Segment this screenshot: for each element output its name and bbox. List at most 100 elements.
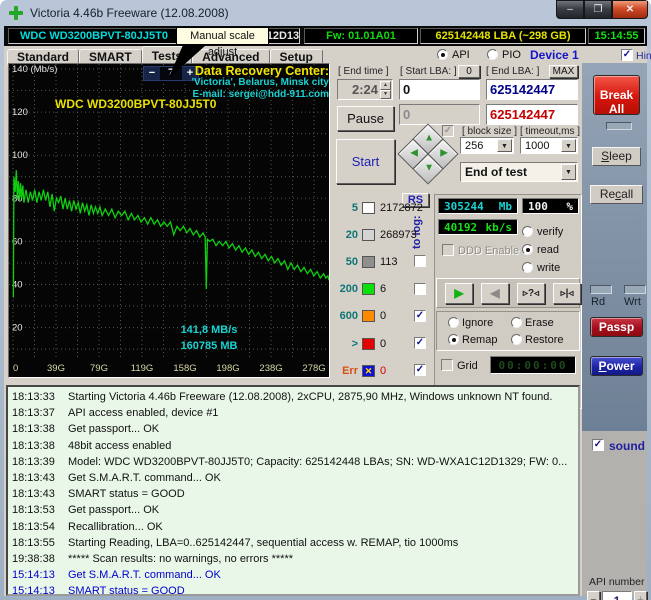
end-time-spinner[interactable]: 2:24 ▲ ▼ [337, 79, 393, 100]
log-line: 18:13:53 Get passport... OK [12, 504, 160, 517]
clock-panel: 15:14:55 [588, 28, 645, 44]
log-line: 18:13:37 API access enabled, device #1 [12, 407, 219, 420]
verify-label: verify [537, 226, 564, 238]
end-lba-input[interactable]: 625142447 [486, 79, 578, 100]
start-lba-input[interactable]: 0 [399, 79, 480, 100]
pause-button[interactable]: Pause [337, 106, 394, 131]
passp-button[interactable]: Passp [590, 317, 643, 337]
start-button[interactable]: Start [336, 139, 395, 184]
stat-row-20: 20 268973 [345, 228, 417, 241]
stat-color-box [362, 228, 375, 241]
sidebar: Break All Sleep Recall Rd Wrt Passp Powe… [582, 63, 647, 431]
chevron-down-icon[interactable]: ▼ [497, 139, 512, 152]
pio-radio[interactable] [487, 49, 498, 60]
stat-color-box [362, 310, 375, 323]
readout-speed: 141,8 MB/s [180, 324, 238, 336]
ddd-enable-label: DDD Enable [458, 245, 520, 257]
lcd-timer: 00:00:00 [490, 356, 576, 374]
block-size-label: [ block size ] [462, 126, 518, 137]
remap-label: Remap [462, 334, 498, 346]
verify-radio[interactable] [522, 226, 533, 237]
svg-text:278G: 278G [302, 363, 325, 374]
seek-end-button[interactable]: ▹|◃ [553, 283, 581, 304]
victoria-window: Victoria 4.46b Freeware (12.08.2008) – ❐… [0, 0, 651, 600]
dpad-checkbox[interactable]: ✓ [442, 125, 454, 137]
seek-retry-button[interactable]: ▹?◃ [517, 283, 545, 304]
end-time-spin-buttons[interactable]: ▲ ▼ [380, 81, 391, 99]
ignore-radio[interactable] [448, 317, 459, 328]
lcd-speed: 40192 kb/s [438, 219, 518, 235]
log-line: 18:13:33 Starting Victoria 4.46b Freeware… [12, 391, 553, 403]
svg-text:238G: 238G [259, 363, 282, 374]
api-number-minus-button[interactable]: − [587, 591, 600, 600]
to-log-checkbox-50[interactable] [414, 255, 426, 268]
to-log-checkbox-err[interactable]: ✓ [414, 364, 426, 377]
stat-color-box [362, 201, 375, 214]
device-label: Device 1 [530, 48, 579, 62]
player-controls: ▶ ◀ ▹?◃ ▹|◃ [436, 278, 581, 308]
api-number-label: API number [589, 576, 645, 588]
sleep-button[interactable]: Sleep [592, 147, 641, 166]
api-radio[interactable] [437, 49, 448, 60]
chevron-down-icon[interactable]: ▼ [561, 164, 576, 180]
start-lba-label: [ Start LBA: ] [400, 66, 457, 77]
svg-text:39G: 39G [47, 363, 65, 374]
svg-text:198G: 198G [216, 363, 239, 374]
chevron-down-icon[interactable]: ▼ [561, 139, 576, 152]
end-of-test-dropdown[interactable]: End of test ▼ [460, 162, 578, 182]
log-line: 15:14:13 SMART status = GOOD [12, 585, 185, 596]
stat-color-box [362, 283, 375, 296]
tooltip: Manual scale adjust [176, 27, 269, 58]
minimize-button[interactable]: – [556, 0, 584, 19]
title-bar[interactable]: Victoria 4.46b Freeware (12.08.2008) – ❐… [0, 0, 651, 26]
close-button[interactable]: ✕ [612, 0, 648, 19]
ddd-enable-checkbox[interactable] [442, 244, 454, 256]
log-line: 18:13:55 Starting Reading, LBA=0..6251424… [12, 536, 459, 549]
play-button[interactable]: ▶ [445, 283, 473, 304]
zero-button[interactable]: 0 [458, 65, 480, 78]
restore-label: Restore [525, 334, 564, 346]
svg-text:120: 120 [12, 107, 28, 118]
log-line: 18:13:38 48bit access enabled [12, 439, 172, 452]
break-all-button[interactable]: Break All [593, 75, 640, 116]
tooltip-pointer [168, 45, 206, 79]
erase-radio[interactable] [511, 317, 522, 328]
maximize-button[interactable]: ❐ [584, 0, 612, 19]
write-radio[interactable] [522, 262, 533, 273]
stat-color-box [362, 255, 375, 268]
svg-text:0: 0 [13, 363, 18, 374]
power-button[interactable]: Power [590, 356, 643, 376]
grid-checkbox[interactable] [441, 359, 453, 371]
recall-button[interactable]: Recall [590, 185, 643, 204]
stat-color-box: ✕ [362, 364, 375, 377]
api-number-plus-button[interactable]: + [634, 591, 647, 600]
erase-label: Erase [525, 317, 554, 329]
sound-label: sound [609, 439, 645, 453]
restore-radio[interactable] [511, 334, 522, 345]
log-line: 18:13:54 Recallibration... OK [12, 520, 163, 533]
block-size-dropdown[interactable]: 256 ▼ [460, 137, 514, 154]
remap-radio[interactable] [448, 334, 459, 345]
svg-text:20: 20 [12, 323, 23, 334]
to-log-checkbox->[interactable]: ✓ [414, 337, 426, 349]
api-radio-label: API [452, 49, 470, 61]
log-line: 19:38:38 ***** Scan results: no warnings,… [12, 553, 294, 566]
remaining-lba-display: 625142447 [486, 104, 578, 125]
sound-checkbox[interactable]: ✓ [592, 439, 604, 451]
end-lba-label: [ End LBA: ] [486, 66, 540, 77]
hints-checkbox[interactable]: ✓ [621, 49, 633, 61]
max-button[interactable]: MAX [549, 65, 578, 78]
to-log-checkbox-600[interactable]: ✓ [414, 309, 426, 322]
end-time-label: [ End time ] [338, 66, 389, 77]
activity-indicator [606, 122, 632, 130]
event-log[interactable]: 18:13:33 Starting Victoria 4.46b Freeware… [6, 385, 580, 596]
log-line: 18:13:43 SMART status = GOOD [12, 488, 185, 501]
timeout-dropdown[interactable]: 1000 ▼ [520, 137, 578, 154]
readout-position: 160785 MB [180, 340, 238, 352]
log-line: 18:13:38 Get passport... OK [12, 423, 160, 436]
speed-readout: 141,8 MB/s 160785 MB [149, 322, 269, 354]
to-log-checkbox-200[interactable] [414, 282, 426, 295]
back-button[interactable]: ◀ [481, 283, 509, 304]
read-radio[interactable] [522, 244, 533, 255]
hints-label: Hints [636, 50, 651, 62]
